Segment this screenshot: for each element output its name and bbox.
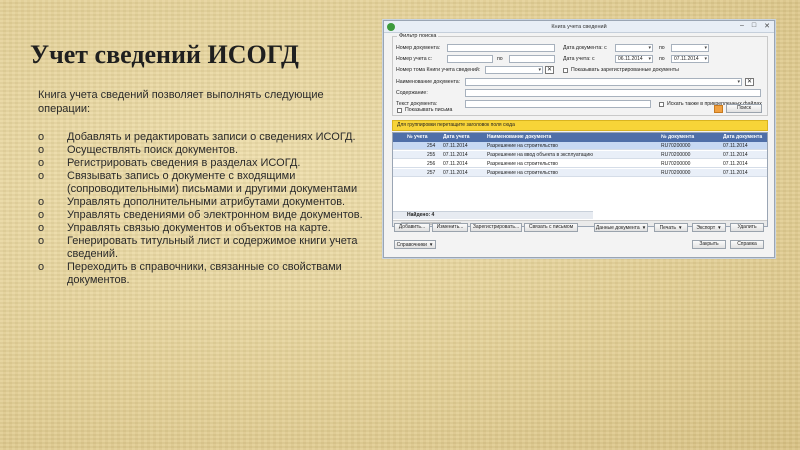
reg-date-to-label: по: [659, 56, 665, 62]
documents-table: № учета Дата учета Наименование документ…: [392, 132, 768, 227]
print-button[interactable]: Печать ▼: [654, 223, 688, 232]
found-count: Найдено: 4: [393, 211, 593, 219]
table-row[interactable]: 257 07.11.2014 Разрешение на строительст…: [393, 169, 767, 177]
bullet-marker: o: [38, 261, 45, 273]
app-window: Книга учета сведений – □ ✕ Фильтр поиска…: [383, 20, 775, 258]
group-by-panel[interactable]: Для группировки перетащите заголовок пол…: [392, 120, 768, 131]
book-number-select[interactable]: [485, 66, 543, 74]
search-icon[interactable]: [714, 105, 723, 113]
doc-name-label: Наименование документа:: [396, 79, 461, 85]
close-icon[interactable]: ✕: [764, 22, 770, 30]
search-button[interactable]: Поиск: [726, 104, 762, 113]
column-header[interactable]: Дата документа: [723, 134, 762, 140]
doc-text-input[interactable]: [465, 100, 651, 108]
help-button[interactable]: Справка: [730, 240, 764, 249]
list-item: o Генерировать титульный лист и содержимо…: [38, 235, 358, 260]
clear-icon[interactable]: ✕: [745, 78, 754, 86]
column-header[interactable]: Дата учета: [443, 134, 470, 140]
export-button[interactable]: Экспорт ▼: [692, 223, 726, 232]
slide-title: Учет сведений ИСОГД: [30, 40, 299, 69]
minimize-icon[interactable]: –: [740, 22, 744, 30]
references-button[interactable]: Справочники ▼: [394, 240, 436, 249]
doc-date-to-input[interactable]: [671, 44, 709, 52]
add-button[interactable]: Добавить...: [394, 223, 430, 232]
edit-button[interactable]: Изменить...: [432, 223, 468, 232]
list-item: o Переходить в справочники, связанные со …: [38, 261, 342, 286]
show-registered-checkbox[interactable]: [563, 68, 568, 73]
content-input[interactable]: [465, 89, 761, 97]
doc-name-select[interactable]: [465, 78, 742, 86]
chevron-down-icon: ▼: [717, 225, 722, 230]
list-item: o Управлять сведениями об электронном вид…: [38, 209, 363, 221]
link-letter-button[interactable]: Связать с письмом: [524, 223, 578, 232]
slide-intro: Книга учета сведений позволяет выполнять…: [38, 89, 324, 115]
filter-legend: Фильтр поиска: [397, 33, 439, 39]
column-header[interactable]: № учета: [407, 134, 428, 140]
book-number-label: Номер тома Книги учета сведений:: [396, 67, 481, 73]
bullet-marker: o: [38, 209, 45, 221]
delete-button[interactable]: Удалить: [730, 223, 764, 232]
doc-date-to-label: по: [659, 45, 665, 51]
clear-icon[interactable]: ✕: [545, 66, 554, 74]
bullet-marker: o: [38, 157, 45, 169]
content-label: Содержание:: [396, 90, 428, 96]
chevron-down-icon: ▼: [641, 225, 647, 230]
list-item: o Добавлять и редактировать записи о свед…: [38, 131, 356, 143]
reg-date-from-input[interactable]: 06.11.2014: [615, 55, 653, 63]
doc-date-from-input[interactable]: [615, 44, 653, 52]
reg-number-to-label: по: [497, 56, 503, 62]
doc-number-input[interactable]: [447, 44, 555, 52]
reg-date-from-label: Дата учета: с: [563, 56, 595, 62]
search-attached-checkbox[interactable]: [659, 102, 664, 107]
bullet-marker: o: [38, 196, 45, 208]
bullet-marker: o: [38, 170, 45, 182]
table-row[interactable]: 255 07.11.2014 Разрешение на ввод объект…: [393, 151, 767, 159]
bullet-marker: o: [38, 131, 45, 143]
show-registered-label: Показывать зарегистрированные документы: [571, 67, 679, 73]
bullet-marker: o: [38, 144, 45, 156]
reg-number-from-input[interactable]: [447, 55, 493, 63]
feature-list: o Добавлять и редактировать записи о свед…: [38, 131, 368, 287]
register-button[interactable]: Зарегистрировать...: [470, 223, 522, 232]
window-title: Книга учета сведений: [551, 24, 607, 30]
search-filter-group: Фильтр поиска Номер документа: Дата доку…: [392, 33, 768, 116]
list-item: o Регистрировать сведения в разделах ИСОГ…: [38, 157, 301, 169]
doc-number-label: Номер документа:: [396, 45, 441, 51]
doc-date-from-label: Дата документа: с: [563, 45, 607, 51]
show-letters-label: Показывать письма: [405, 107, 453, 113]
reg-number-to-input[interactable]: [509, 55, 555, 63]
maximize-icon[interactable]: □: [752, 22, 756, 30]
close-button[interactable]: Закрыть: [692, 240, 726, 249]
list-item: o Управлять дополнительными атрибутами до…: [38, 196, 346, 208]
list-item: o Осуществлять поиск документов.: [38, 144, 239, 156]
list-item: o Связывать запись о документе с входящим…: [38, 170, 358, 195]
column-header[interactable]: Наименование документа: [487, 134, 551, 140]
reg-number-from-label: Номер учета с:: [396, 56, 433, 62]
bullet-marker: o: [38, 222, 45, 234]
list-item: o Управлять связью документов и объектов …: [38, 222, 331, 234]
table-header: № учета Дата учета Наименование документ…: [393, 133, 767, 142]
window-titlebar: Книга учета сведений – □ ✕: [384, 21, 774, 33]
column-header[interactable]: № документа: [661, 134, 694, 140]
reg-date-to-input[interactable]: 07.11.2014: [671, 55, 709, 63]
bullet-marker: o: [38, 235, 45, 247]
doc-data-button[interactable]: Данные документа ▼: [594, 223, 648, 232]
chevron-down-icon: ▼: [677, 225, 683, 230]
table-row[interactable]: 254 07.11.2014 Разрешение на строительст…: [393, 142, 767, 150]
show-letters-checkbox[interactable]: [397, 108, 402, 113]
table-row[interactable]: 256 07.11.2014 Разрешение на строительст…: [393, 160, 767, 168]
chevron-down-icon: ▼: [428, 242, 434, 247]
